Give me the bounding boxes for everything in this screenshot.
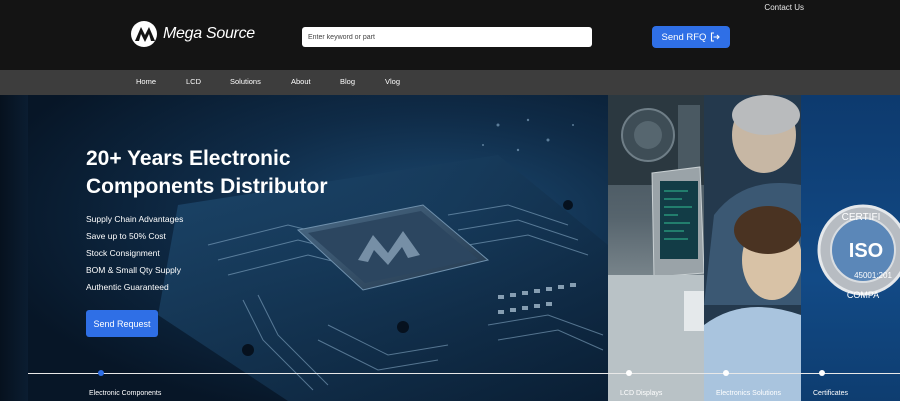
slide-dot-certificates[interactable] — [819, 370, 825, 376]
send-rfq-button[interactable]: Send RFQ — [652, 26, 730, 48]
hero-slide-electronics-solutions[interactable] — [704, 95, 801, 401]
lcd-monitor-image — [608, 95, 704, 401]
hero-feature-list: Supply Chain Advantages Save up to 50% C… — [86, 215, 183, 300]
brand-logo[interactable]: Mega Source — [130, 20, 255, 48]
cert-badge-code-text: 45001:201 — [854, 271, 892, 280]
cert-badge-mid-text: ISO — [849, 240, 883, 262]
hero-title-line-2: Components Distributor — [86, 175, 328, 198]
slide-timeline — [28, 373, 900, 374]
brand-name: Mega Source — [163, 25, 255, 42]
send-request-button[interactable]: Send Request — [86, 310, 158, 337]
contact-us-link[interactable]: Contact Us — [764, 3, 804, 12]
engineers-image — [704, 95, 801, 401]
feature-item: Stock Consignment — [86, 248, 160, 258]
feature-item: Supply Chain Advantages — [86, 214, 184, 224]
slide-label-electronic-components[interactable]: Electronic Components — [89, 390, 161, 397]
slide-label-lcd-displays[interactable]: LCD Displays — [620, 390, 662, 397]
hero-slide-lcd-displays[interactable] — [608, 95, 704, 401]
main-nav: Home LCD Solutions About Blog Vlog — [0, 70, 900, 95]
slide-label-certificates[interactable]: Certificates — [813, 390, 848, 397]
hero-carousel: CERTIFI ISO 45001:201 COMPA 20+ Years El… — [0, 95, 900, 401]
nav-item-solutions[interactable]: Solutions — [230, 77, 261, 86]
feature-item: BOM & Small Qty Supply — [86, 265, 181, 275]
send-rfq-label: Send RFQ — [661, 31, 707, 43]
nav-item-home[interactable]: Home — [136, 77, 156, 86]
cert-badge-top-text: CERTIFI — [842, 212, 881, 223]
nav-item-lcd[interactable]: LCD — [186, 77, 201, 86]
top-header: Contact Us Mega Source Send RFQ — [0, 0, 900, 70]
slide-dot-lcd-displays[interactable] — [626, 370, 632, 376]
nav-item-about[interactable]: About — [291, 77, 311, 86]
feature-item: Authentic Guaranteed — [86, 282, 169, 292]
slide-label-electronics-solutions[interactable]: Electronics Solutions — [716, 390, 781, 397]
feature-item: Save up to 50% Cost — [86, 231, 166, 241]
slide-dot-electronics-solutions[interactable] — [723, 370, 729, 376]
arrow-right-from-bracket-icon — [711, 32, 721, 42]
slide-dot-electronic-components[interactable] — [98, 370, 104, 376]
megasource-logo-icon — [131, 21, 157, 47]
hero-edge — [0, 95, 28, 401]
nav-item-vlog[interactable]: Vlog — [385, 77, 400, 86]
hero-slide-certificates[interactable]: CERTIFI ISO 45001:201 COMPA — [801, 95, 900, 401]
hero-title-line-1: 20+ Years Electronic — [86, 147, 291, 170]
nav-item-blog[interactable]: Blog — [340, 77, 355, 86]
iso-certificate-badge-image: CERTIFI ISO 45001:201 COMPA — [817, 204, 900, 300]
hero-title: 20+ Years Electronic Components Distribu… — [86, 145, 406, 201]
search-input[interactable] — [302, 27, 592, 47]
cert-badge-bottom-text: COMPA — [847, 290, 879, 300]
